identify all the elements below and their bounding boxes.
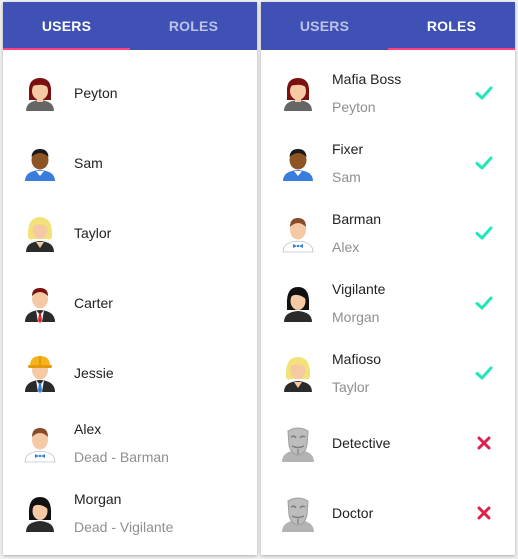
user-text-group: Carter bbox=[74, 293, 113, 313]
role-name: Doctor bbox=[332, 505, 374, 521]
role-text-group: Barman Alex bbox=[332, 209, 381, 257]
user-list-item[interactable]: Taylor bbox=[3, 198, 257, 268]
role-text-group: Mafia Boss Peyton bbox=[332, 69, 401, 117]
role-player-name: Sam bbox=[332, 169, 361, 185]
role-name: Fixer bbox=[332, 141, 364, 157]
user-list-item[interactable]: Morgan Dead - Vigilante bbox=[3, 478, 257, 548]
user-text-group: Sam bbox=[74, 153, 103, 173]
user-list-item[interactable]: Sam bbox=[3, 128, 257, 198]
user-text-group: Taylor bbox=[74, 223, 111, 243]
role-text-group: Doctor bbox=[332, 503, 373, 523]
barman-icon bbox=[278, 213, 318, 253]
roles-panel: USERS ROLES Mafia Boss Peyton Fixer Sam bbox=[261, 2, 515, 555]
role-name: Detective bbox=[332, 435, 391, 451]
check-icon bbox=[475, 84, 493, 102]
user-name: Sam bbox=[74, 155, 103, 171]
role-list-item[interactable]: Mafia Boss Peyton bbox=[261, 58, 515, 128]
role-list-item[interactable]: Vigilante Morgan bbox=[261, 268, 515, 338]
woman-blonde-icon bbox=[20, 213, 60, 253]
user-text-group: Morgan Dead - Vigilante bbox=[74, 489, 173, 537]
roles-list: Mafia Boss Peyton Fixer Sam Barman Alex … bbox=[261, 50, 515, 548]
user-name: Peyton bbox=[74, 85, 118, 101]
user-text-group: Alex Dead - Barman bbox=[74, 419, 169, 467]
users-panel: USERS ROLES Peyton Sam Taylor Carter Jes… bbox=[3, 2, 257, 555]
user-status-text: Dead - Barman bbox=[74, 449, 169, 465]
cross-icon bbox=[475, 504, 493, 522]
user-text-group: Peyton bbox=[74, 83, 118, 103]
tab-users[interactable]: USERS bbox=[261, 2, 388, 50]
role-text-group: Vigilante Morgan bbox=[332, 279, 385, 327]
man-dark-skin-icon bbox=[20, 143, 60, 183]
role-name: Barman bbox=[332, 211, 382, 227]
woman-blonde-icon bbox=[278, 353, 318, 393]
role-name: Mafia Boss bbox=[332, 71, 402, 87]
user-status-text: Dead - Vigilante bbox=[74, 519, 174, 535]
check-icon bbox=[475, 364, 493, 382]
roles-panel-tabbar: USERS ROLES bbox=[261, 2, 515, 50]
user-list-item[interactable]: Jessie bbox=[3, 338, 257, 408]
check-icon bbox=[475, 224, 493, 242]
user-name: Alex bbox=[74, 421, 102, 437]
user-list-item[interactable]: Alex Dead - Barman bbox=[3, 408, 257, 478]
user-name: Morgan bbox=[74, 491, 122, 507]
check-icon bbox=[475, 154, 493, 172]
construction-worker-icon bbox=[20, 353, 60, 393]
users-panel-tabbar: USERS ROLES bbox=[3, 2, 257, 50]
cross-icon bbox=[475, 434, 493, 452]
user-name: Carter bbox=[74, 295, 113, 311]
role-text-group: Fixer Sam bbox=[332, 139, 363, 187]
woman-black-hair-icon bbox=[20, 493, 60, 533]
tab-roles[interactable]: ROLES bbox=[388, 2, 515, 50]
role-player-name: Alex bbox=[332, 239, 360, 255]
anonymous-mask-icon bbox=[278, 493, 318, 533]
role-name: Mafioso bbox=[332, 351, 382, 367]
user-list-item[interactable]: Peyton bbox=[3, 58, 257, 128]
man-dark-skin-icon bbox=[278, 143, 318, 183]
anonymous-mask-icon bbox=[278, 423, 318, 463]
role-player-name: Morgan bbox=[332, 309, 380, 325]
woman-black-hair-icon bbox=[278, 283, 318, 323]
woman-red-hair-icon bbox=[20, 73, 60, 113]
role-name: Vigilante bbox=[332, 281, 386, 297]
role-list-item[interactable]: Mafioso Taylor bbox=[261, 338, 515, 408]
role-list-item[interactable]: Barman Alex bbox=[261, 198, 515, 268]
user-name: Jessie bbox=[74, 365, 114, 381]
woman-red-hair-icon bbox=[278, 73, 318, 113]
role-list-item[interactable]: Fixer Sam bbox=[261, 128, 515, 198]
man-suit-red-tie-icon bbox=[20, 283, 60, 323]
role-player-name: Peyton bbox=[332, 99, 376, 115]
check-icon bbox=[475, 294, 493, 312]
users-list: Peyton Sam Taylor Carter Jessie Alex Dea… bbox=[3, 50, 257, 548]
user-list-item[interactable]: Carter bbox=[3, 268, 257, 338]
role-text-group: Detective bbox=[332, 433, 390, 453]
role-list-item[interactable]: Detective bbox=[261, 408, 515, 478]
tab-users[interactable]: USERS bbox=[3, 2, 130, 50]
role-text-group: Mafioso Taylor bbox=[332, 349, 381, 397]
role-list-item[interactable]: Doctor bbox=[261, 478, 515, 548]
user-name: Taylor bbox=[74, 225, 112, 241]
tab-roles[interactable]: ROLES bbox=[130, 2, 257, 50]
barman-icon bbox=[20, 423, 60, 463]
role-player-name: Taylor bbox=[332, 379, 370, 395]
user-text-group: Jessie bbox=[74, 363, 114, 383]
